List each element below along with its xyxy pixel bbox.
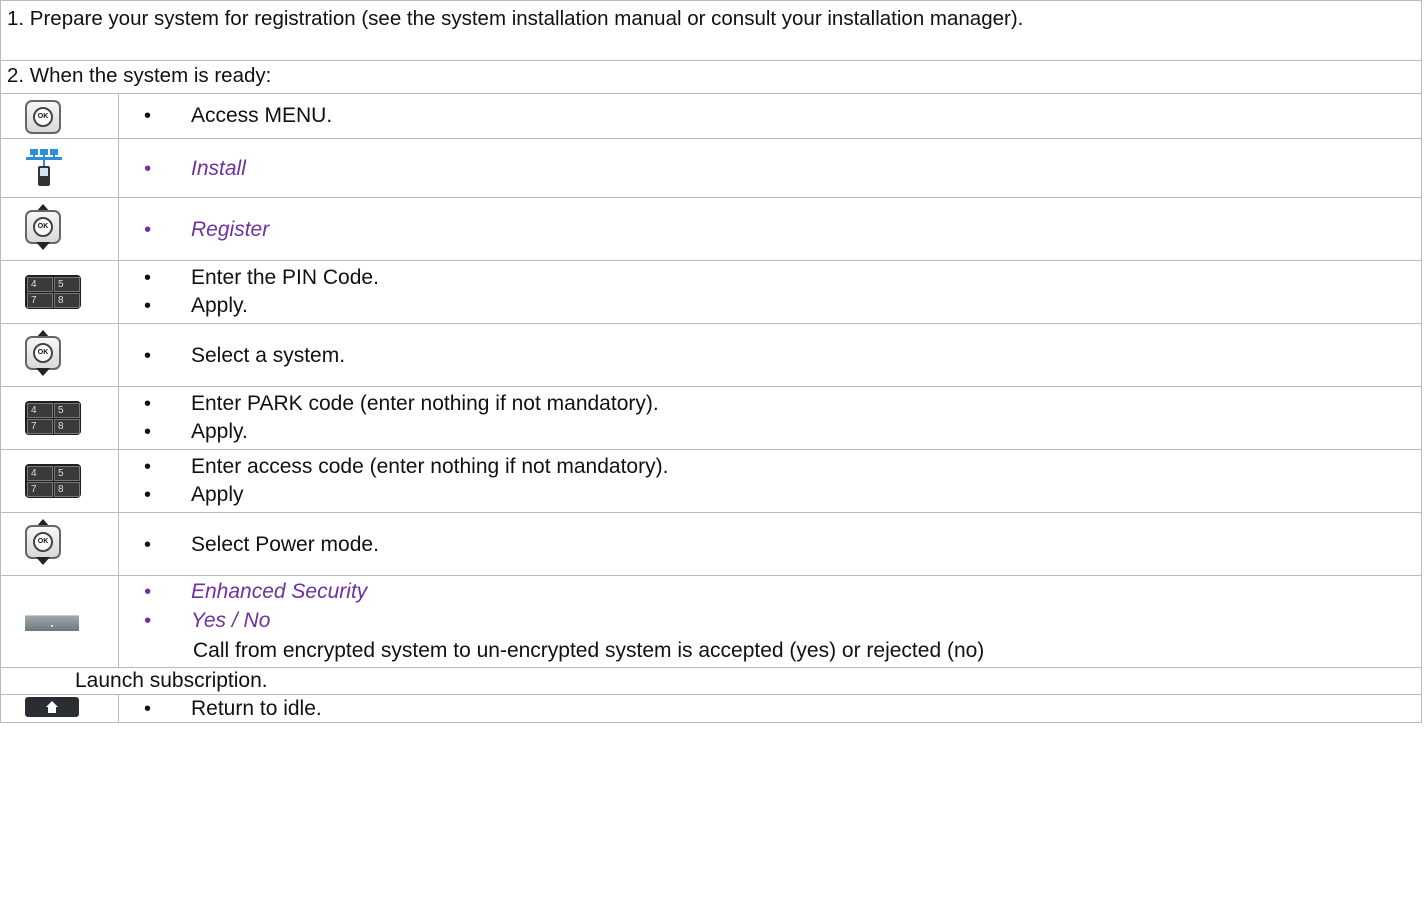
step-icon-cell: OK bbox=[1, 513, 119, 575]
home-key-icon bbox=[25, 697, 79, 717]
step-row: 4 5 7 8 Enter access code (enter nothing… bbox=[0, 450, 1422, 513]
step-content: Select Power mode. bbox=[144, 533, 379, 557]
step-icon-cell: OK bbox=[1, 324, 119, 386]
keypad-icon: 4 5 7 8 bbox=[25, 401, 81, 435]
step-row: 4 5 7 8 Enter the PIN Code. Apply. bbox=[0, 261, 1422, 324]
keypad-icon: 4 5 7 8 bbox=[25, 464, 81, 498]
step-content: Register bbox=[144, 218, 270, 242]
install-network-icon bbox=[26, 149, 62, 186]
step-row: OK Access MENU. bbox=[0, 94, 1422, 139]
navigator-ok-key-icon: OK bbox=[25, 519, 61, 565]
launch-subscription-text: Launch subscription. bbox=[75, 669, 268, 692]
step-row: Return to idle. bbox=[0, 695, 1422, 723]
intro-step-2-text: 2. When the system is ready: bbox=[7, 64, 272, 87]
step-content: Enhanced Security Yes / No Call from enc… bbox=[144, 580, 985, 662]
step-note: Call from encrypted system to un-encrypt… bbox=[193, 639, 985, 662]
step-icon-cell: 4 5 7 8 bbox=[1, 261, 119, 323]
step-icon-cell: 4 5 7 8 bbox=[1, 450, 119, 512]
step-row: Install bbox=[0, 139, 1422, 198]
step-row: OK Select a system. bbox=[0, 324, 1422, 387]
keypad-icon: 4 5 7 8 bbox=[25, 275, 81, 309]
step-content: Enter PARK code (enter nothing if not ma… bbox=[144, 392, 659, 444]
step-content: Enter access code (enter nothing if not … bbox=[144, 455, 669, 507]
step-content: Enter the PIN Code. Apply. bbox=[144, 266, 379, 318]
step-row: 4 5 7 8 Enter PARK code (enter nothing i… bbox=[0, 387, 1422, 450]
step-content: Return to idle. bbox=[144, 697, 322, 721]
step-icon-cell: 4 5 7 8 bbox=[1, 387, 119, 449]
step-row: OK Register bbox=[0, 198, 1422, 261]
step-icon-cell bbox=[1, 576, 119, 667]
navigator-ok-key-icon: OK bbox=[25, 204, 61, 250]
step-row: Enhanced Security Yes / No Call from enc… bbox=[0, 576, 1422, 668]
navigator-ok-key-icon: OK bbox=[25, 330, 61, 376]
soft-key-icon bbox=[25, 615, 79, 631]
ok-key-icon: OK bbox=[25, 100, 61, 134]
step-content: Select a system. bbox=[144, 344, 346, 368]
step-icon-cell: OK bbox=[1, 198, 119, 260]
intro-step-2: 2. When the system is ready: bbox=[0, 61, 1422, 94]
step-icon-cell bbox=[1, 139, 119, 197]
intro-step-1: 1. Prepare your system for registration … bbox=[0, 0, 1422, 61]
step-content: Access MENU. bbox=[144, 104, 333, 128]
step-content: Install bbox=[144, 157, 246, 181]
step-icon-cell: OK bbox=[1, 94, 119, 138]
instruction-table: 1. Prepare your system for registration … bbox=[0, 0, 1424, 919]
step-row: Launch subscription. bbox=[0, 668, 1422, 695]
step-row: OK Select Power mode. bbox=[0, 513, 1422, 576]
intro-step-1-text: 1. Prepare your system for registration … bbox=[7, 7, 1024, 30]
step-icon-cell bbox=[1, 695, 119, 722]
